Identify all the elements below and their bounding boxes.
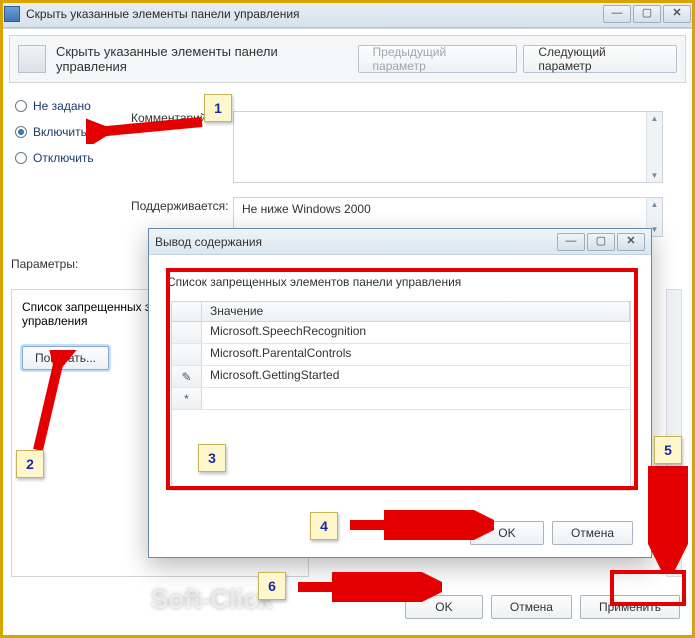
callout-2: 2: [16, 450, 44, 478]
scroll-up-icon[interactable]: ▲: [651, 200, 659, 209]
window-title: Скрыть указанные элементы панели управле…: [26, 7, 300, 21]
grid-row[interactable]: Microsoft.ParentalControls: [172, 344, 630, 366]
apply-button[interactable]: Применить: [580, 595, 680, 619]
nested-title-bar: Вывод содержания — ▢ ✕: [149, 229, 651, 255]
radio-enable[interactable]: Включить: [15, 125, 94, 139]
callout-4: 4: [310, 512, 338, 540]
callout-6: 6: [258, 572, 286, 600]
row-handle[interactable]: [172, 322, 202, 343]
scroll-up-icon[interactable]: ▲: [651, 114, 659, 123]
help-scrollbar[interactable]: [666, 289, 682, 577]
grid-row-new[interactable]: *: [172, 388, 630, 410]
radio-disable[interactable]: Отключить: [15, 151, 94, 165]
grid-col-value: Значение: [202, 302, 630, 321]
nested-cancel-button[interactable]: Отмена: [552, 521, 633, 545]
next-param-button[interactable]: Следующий параметр: [523, 45, 677, 73]
radio-dot-icon: [15, 126, 27, 138]
show-contents-dialog: Вывод содержания — ▢ ✕ Список запрещенны…: [148, 228, 652, 558]
radio-label: Не задано: [33, 99, 91, 113]
main-button-row: OK Отмена Применить: [397, 595, 680, 619]
watermark-text: Soft-Click: [151, 584, 272, 615]
minimize-button[interactable]: —: [603, 5, 631, 23]
row-handle[interactable]: [172, 344, 202, 365]
grid-row[interactable]: Microsoft.SpeechRecognition: [172, 322, 630, 344]
supported-label: Поддерживается:: [131, 199, 229, 213]
show-button[interactable]: Показать...: [22, 346, 109, 370]
row-value[interactable]: Microsoft.ParentalControls: [202, 344, 630, 365]
radio-dot-icon: [15, 152, 27, 164]
params-label: Параметры:: [11, 257, 78, 271]
comment-label: Комментарий:: [131, 111, 210, 125]
scroll-down-icon[interactable]: ▼: [651, 171, 659, 180]
grid-row-handle-header: [172, 302, 202, 321]
radio-dot-icon: [15, 100, 27, 112]
row-value[interactable]: Microsoft.SpeechRecognition: [202, 322, 630, 343]
app-icon: [4, 6, 20, 22]
prev-param-button[interactable]: Предыдущий параметр: [358, 45, 518, 73]
nested-heading: Список запрещенных элементов панели упра…: [167, 275, 461, 289]
callout-1: 1: [204, 94, 232, 122]
nested-maximize-button[interactable]: ▢: [587, 233, 615, 251]
grid-row[interactable]: ✎ Microsoft.GettingStarted: [172, 366, 630, 388]
radio-label: Отключить: [33, 151, 94, 165]
row-value[interactable]: Microsoft.GettingStarted: [202, 366, 630, 387]
comment-textarea[interactable]: ▲▼: [233, 111, 663, 183]
window-title-bar: Скрыть указанные элементы панели управле…: [0, 0, 695, 28]
radio-not-set[interactable]: Не задано: [15, 99, 94, 113]
ok-button[interactable]: OK: [405, 595, 483, 619]
supported-text: Не ниже Windows 2000: [242, 202, 371, 216]
state-radio-group: Не задано Включить Отключить: [15, 99, 94, 177]
radio-label: Включить: [33, 125, 87, 139]
row-handle-new-icon[interactable]: *: [172, 388, 202, 409]
close-button[interactable]: ✕: [663, 5, 691, 23]
row-value-empty[interactable]: [202, 388, 630, 409]
nested-minimize-button[interactable]: —: [557, 233, 585, 251]
nested-button-row: OK Отмена: [462, 521, 633, 545]
nested-ok-button[interactable]: OK: [470, 521, 544, 545]
maximize-button[interactable]: ▢: [633, 5, 661, 23]
nested-body: Список запрещенных элементов панели упра…: [149, 255, 651, 557]
callout-3: 3: [198, 444, 226, 472]
policy-title: Скрыть указанные элементы панели управле…: [56, 44, 352, 74]
header-strip: Скрыть указанные элементы панели управле…: [9, 35, 686, 83]
scrollbar[interactable]: ▲▼: [646, 112, 662, 182]
cancel-button[interactable]: Отмена: [491, 595, 572, 619]
nested-close-button[interactable]: ✕: [617, 233, 645, 251]
callout-5: 5: [654, 436, 682, 464]
policy-icon: [18, 45, 46, 73]
grid-header: Значение: [172, 302, 630, 322]
values-grid[interactable]: Значение Microsoft.SpeechRecognition Mic…: [171, 301, 631, 491]
nested-title-text: Вывод содержания: [155, 235, 262, 249]
row-handle-edit-icon[interactable]: ✎: [172, 366, 202, 387]
